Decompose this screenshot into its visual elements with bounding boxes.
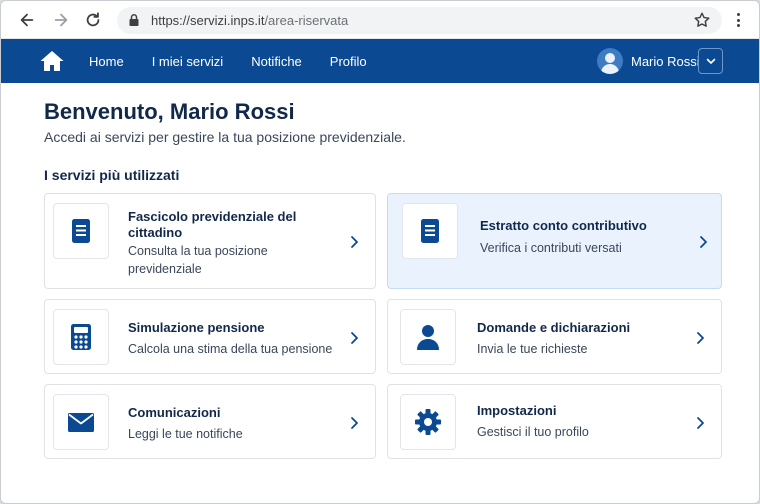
home-icon[interactable] (39, 49, 65, 73)
envelope-icon (68, 413, 94, 432)
card-title: Estratto conto contributivo (480, 218, 647, 233)
chevron-right-icon (700, 236, 707, 248)
card-fascicolo-previdenziale[interactable]: Fascicolo previdenziale del cittadino Co… (44, 193, 376, 289)
user-name: Mario Rossi (631, 53, 700, 69)
nav-my-services[interactable]: I miei servizi (152, 54, 224, 69)
person-icon (417, 325, 439, 350)
reload-icon (86, 12, 100, 27)
card-icon-box (53, 394, 109, 450)
card-title: Domande e dichiarazioni (477, 320, 631, 335)
chevron-right-icon (351, 417, 358, 429)
card-simulazione-pensione[interactable]: Simulazione pensione Calcola una stima d… (44, 299, 376, 374)
card-estratto-conto[interactable]: Estratto conto contributivo Verifica i c… (387, 193, 722, 289)
card-icon-box (400, 309, 456, 365)
card-description: Gestisci il tuo profilo (477, 425, 589, 439)
nav-profile[interactable]: Profilo (330, 54, 367, 69)
document-icon (421, 219, 439, 243)
card-description: Verifica i contributi versati (480, 241, 622, 255)
main-content: Benvenuto, Mario Rossi Accedi ai servizi… (1, 83, 759, 503)
card-title: Impostazioni (477, 403, 557, 418)
arrow-left-icon (20, 13, 34, 27)
url-host: https://servizi.inps.it (151, 13, 265, 28)
browser-menu-icon[interactable] (733, 11, 743, 29)
back-button[interactable] (15, 8, 39, 32)
card-title: Fascicolo previdenziale del cittadino (128, 209, 297, 240)
nav-notifications[interactable]: Notifiche (251, 54, 302, 69)
card-title: Simulazione pensione (128, 320, 265, 335)
card-icon-box (53, 203, 109, 259)
page-subtitle: Accedi ai servizi per gestire la tua pos… (44, 129, 406, 145)
page-title: Benvenuto, Mario Rossi (44, 99, 295, 124)
user-dropdown-button[interactable] (698, 48, 723, 74)
url-path: /area-riservata (264, 13, 349, 28)
avatar (597, 48, 623, 74)
card-comunicazioni[interactable]: Comunicazioni Leggi le tue notifiche (44, 384, 376, 459)
forward-button[interactable] (49, 8, 73, 32)
card-icon-box (53, 309, 109, 365)
bookmark-star-icon[interactable] (693, 11, 711, 29)
main-nav: Home I miei servizi Notifiche Profilo (89, 39, 395, 83)
chevron-right-icon (697, 332, 704, 344)
card-description: Leggi le tue notifiche (128, 427, 243, 441)
address-bar[interactable]: https://servizi.inps.it/area-riservata (117, 7, 722, 34)
chevron-right-icon (351, 236, 358, 248)
document-icon (72, 219, 90, 243)
gear-icon (415, 409, 441, 435)
browser-window: https://servizi.inps.it/area-riservata H… (0, 0, 760, 504)
card-description: Consulta la tua posizione previdenziale (128, 244, 268, 276)
reload-button[interactable] (81, 8, 105, 32)
calculator-icon (71, 324, 91, 350)
card-impostazioni[interactable]: Impostazioni Gestisci il tuo profilo (387, 384, 722, 459)
nav-home[interactable]: Home (89, 54, 124, 69)
chevron-right-icon (697, 417, 704, 429)
card-description: Invia le tue richieste (477, 342, 588, 356)
card-title: Comunicazioni (128, 405, 221, 420)
card-icon-box (402, 203, 458, 259)
chevron-right-icon (351, 332, 358, 344)
url-text: https://servizi.inps.it/area-riservata (151, 13, 348, 28)
section-title: I servizi più utilizzati (44, 167, 180, 183)
card-domande-dichiarazioni[interactable]: Domande e dichiarazioni Invia le tue ric… (387, 299, 722, 374)
site-header: Home I miei servizi Notifiche Profilo Ma… (1, 39, 759, 83)
arrow-right-icon (54, 13, 68, 27)
browser-toolbar: https://servizi.inps.it/area-riservata (1, 1, 759, 39)
user-menu[interactable]: Mario Rossi (597, 48, 700, 74)
card-icon-box (400, 394, 456, 450)
chevron-down-icon (706, 58, 715, 64)
lock-icon (129, 14, 139, 26)
card-description: Calcola una stima della tua pensione (128, 342, 333, 356)
